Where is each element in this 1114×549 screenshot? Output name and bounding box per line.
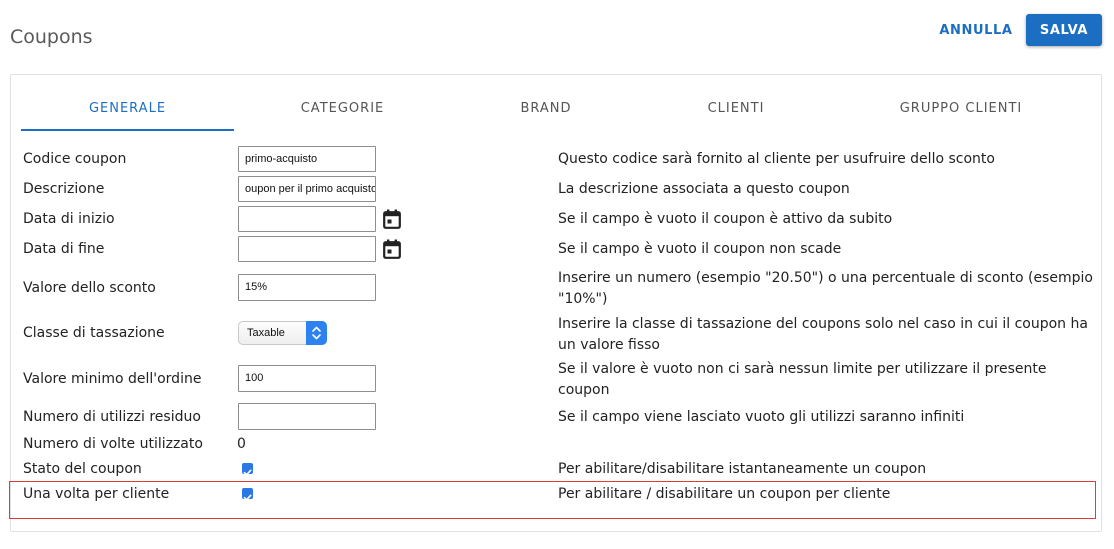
once-per-customer-label: Una volta per cliente: [23, 486, 170, 502]
status-checkbox[interactable]: [242, 463, 253, 476]
tax-class-select[interactable]: Taxable: [238, 321, 327, 345]
end-date-label: Data di fine: [23, 241, 105, 257]
calendar-icon[interactable]: [383, 209, 401, 229]
cancel-button[interactable]: ANNULLA: [935, 18, 1017, 42]
remaining-uses-label: Numero di utilizzi residuo: [23, 409, 201, 425]
description-help: La descrizione associata a questo coupon: [558, 181, 850, 197]
calendar-icon[interactable]: [383, 239, 401, 259]
code-input[interactable]: primo-acquisto: [238, 146, 376, 172]
checkmark-icon: [243, 494, 252, 501]
start-date-description: Se il campo è vuoto il coupon è attivo d…: [558, 211, 893, 227]
discount-label: Valore dello sconto: [23, 280, 156, 296]
end-date-description: Se il campo è vuoto il coupon non scade: [558, 241, 842, 257]
tab-gruppo-clienti[interactable]: GRUPPO CLIENTI: [866, 101, 1056, 117]
tab-brand[interactable]: BRAND: [466, 101, 626, 117]
times-used-value: 0: [237, 436, 246, 452]
end-date-input[interactable]: [238, 236, 376, 262]
once-per-customer-description: Per abilitare / disabilitare un coupon p…: [558, 486, 891, 502]
tax-class-description: Inserire la classe di tassazione del cou…: [558, 316, 1088, 353]
description-label: Descrizione: [23, 181, 105, 197]
active-tab-indicator: [21, 129, 234, 131]
coupon-form-card: GENERALE CATEGORIE BRAND CLIENTI GRUPPO …: [10, 74, 1102, 532]
tab-categorie[interactable]: CATEGORIE: [251, 101, 434, 117]
tax-class-label: Classe di tassazione: [23, 325, 165, 341]
select-chevron-icon: [306, 321, 327, 345]
min-order-label: Valore minimo dell'ordine: [23, 371, 202, 387]
start-date-input[interactable]: [238, 206, 376, 232]
save-button[interactable]: SALVA: [1026, 14, 1102, 46]
page-title: Coupons: [10, 26, 93, 48]
discount-description: Inserire un numero (esempio "20.50") o u…: [558, 270, 1093, 307]
code-label: Codice coupon: [23, 151, 127, 167]
checkmark-icon: [243, 469, 252, 476]
once-per-customer-checkbox[interactable]: [242, 488, 253, 501]
min-order-description: Se il valore è vuoto non ci sarà nessun …: [558, 361, 1047, 398]
remaining-uses-input[interactable]: [238, 403, 376, 430]
start-date-label: Data di inizio: [23, 211, 115, 227]
status-label: Stato del coupon: [23, 461, 142, 477]
description-input[interactable]: oupon per il primo acquisto: [238, 176, 376, 202]
min-order-input[interactable]: 100: [238, 365, 376, 392]
status-description: Per abilitare/disabilitare istantaneamen…: [558, 461, 927, 477]
times-used-label: Numero di volte utilizzato: [23, 436, 203, 452]
tab-clienti[interactable]: CLIENTI: [656, 101, 816, 117]
tab-generale[interactable]: GENERALE: [21, 101, 234, 117]
remaining-uses-description: Se il campo viene lasciato vuoto gli uti…: [558, 409, 965, 425]
discount-input[interactable]: 15%: [238, 274, 376, 301]
code-description: Questo codice sarà fornito al cliente pe…: [558, 151, 995, 167]
